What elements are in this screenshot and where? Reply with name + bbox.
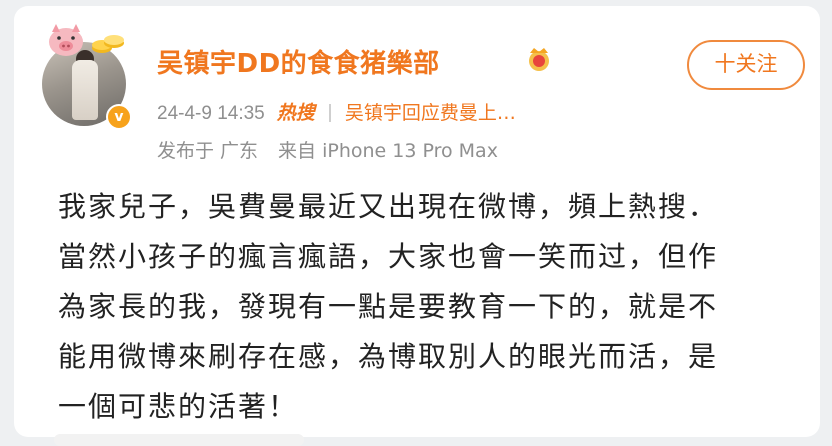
- post-meta: 24-4-9 14:35 热搜 吴镇宇回应费曼上…: [157, 98, 516, 125]
- post-time: 24-4-9 14:35: [157, 103, 265, 124]
- post-source: 发布于 广东 来自 iPhone 13 Pro Max: [157, 136, 498, 163]
- follow-button[interactable]: 十关注: [687, 40, 805, 90]
- hot-topic-link[interactable]: 吴镇宇回应费曼上…: [345, 102, 516, 124]
- post-device: 来自 iPhone 13 Pro Max: [278, 140, 498, 162]
- post-body: 我家兒子，吳費曼最近又出現在微博，頻上熱搜． 當然小孩子的瘋言瘋語，大家也會一笑…: [58, 182, 818, 432]
- verified-icon: v: [106, 104, 132, 130]
- post-line: 一個可悲的活著！: [58, 390, 299, 423]
- post-location: 发布于 广东: [157, 140, 259, 162]
- post-line: 當然小孩子的瘋言瘋語，大家也會一笑而过，但作: [58, 240, 719, 273]
- post-line: 為家長的我，發現有一點是要教育一下的，就是不: [58, 290, 719, 323]
- divider: [328, 104, 331, 122]
- avatar-area[interactable]: v: [42, 24, 132, 130]
- avatar-figure-body: [72, 60, 98, 120]
- pig-icon: [49, 24, 83, 56]
- post-line: 我家兒子，吳費曼最近又出現在微博，頻上熱搜．: [58, 190, 719, 223]
- hot-search-tag[interactable]: 热搜: [277, 102, 315, 124]
- crown-icon[interactable]: [525, 46, 553, 72]
- post-card: v 吴镇宇DD的食食猪樂部 十关注 24-4-9 14:35 热搜 吴镇宇回应费…: [14, 6, 820, 446]
- username[interactable]: 吴镇宇DD的食食猪樂部: [157, 43, 440, 80]
- cropped-content-strip: [54, 434, 304, 446]
- coins-icon: [92, 35, 124, 53]
- post-line: 能用微博來刷存在感，為博取別人的眼光而活，是: [58, 340, 719, 373]
